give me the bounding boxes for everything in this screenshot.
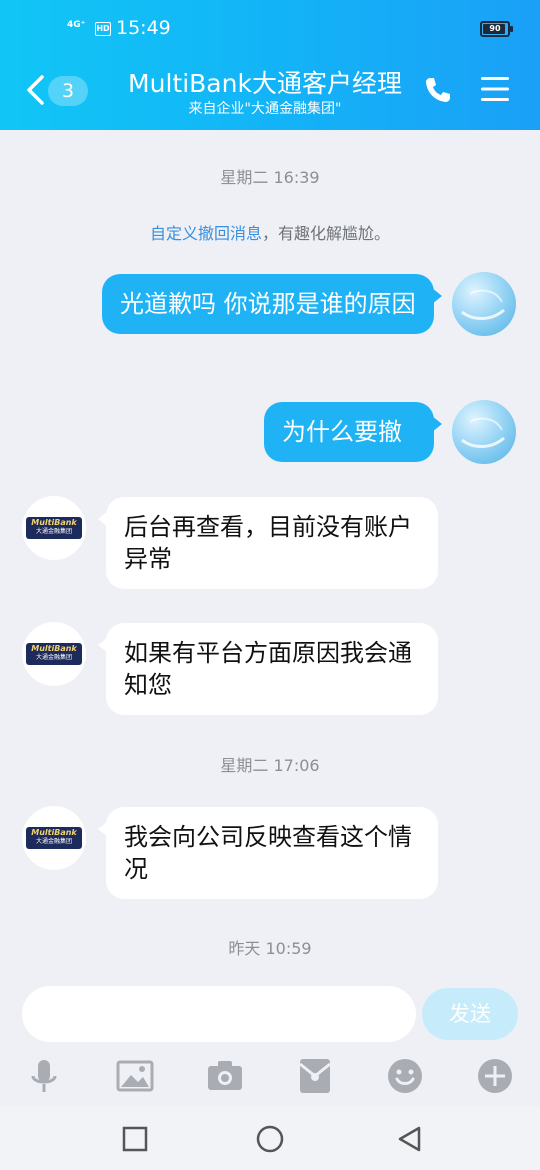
hd-indicator: HD: [95, 22, 111, 36]
status-time: 15:49: [116, 17, 171, 39]
multibank-logo: MultiBank 大通金融集团: [26, 827, 82, 849]
back-icon[interactable]: [395, 1124, 425, 1154]
multibank-logo: MultiBank 大通金融集团: [26, 643, 82, 665]
message-bubble-incoming[interactable]: 后台再查看，目前没有账户异常: [98, 497, 438, 589]
recent-apps-icon[interactable]: [120, 1124, 150, 1154]
chat-title: MultiBank大通客户经理: [128, 69, 402, 98]
red-packet-icon[interactable]: [295, 1056, 335, 1096]
contact-avatar[interactable]: MultiBank 大通金融集团: [22, 496, 86, 560]
chat-header: 4G⁺ HD 15:49 90 3 MultiBank大通客户经理 来自企业"大…: [0, 0, 540, 130]
image-icon[interactable]: [115, 1056, 155, 1096]
message-bubble-incoming[interactable]: 我会向公司反映查看这个情况: [98, 807, 438, 899]
emoji-icon[interactable]: [385, 1056, 425, 1096]
camera-icon[interactable]: [205, 1056, 245, 1096]
plus-icon[interactable]: [475, 1056, 515, 1096]
avatar-swirl-icon: [461, 289, 505, 320]
timestamp: 星期二 16:39: [220, 168, 320, 187]
multibank-logo: MultiBank 大通金融集团: [26, 517, 82, 539]
system-navigation-bar: [0, 1106, 540, 1170]
message-bubble-outgoing[interactable]: 光道歉吗 你说那是谁的原因: [102, 274, 442, 334]
unread-count-badge[interactable]: 3: [48, 76, 88, 106]
contact-avatar[interactable]: MultiBank 大通金融集团: [22, 806, 86, 870]
self-avatar[interactable]: [452, 400, 516, 464]
battery-icon: 90: [480, 21, 513, 37]
timestamp: 昨天 10:59: [228, 939, 312, 958]
avatar-swirl-icon: [461, 417, 505, 448]
network-indicator: 4G⁺: [67, 20, 86, 30]
input-toolbar: [0, 1048, 540, 1104]
chat-subtitle: 来自企业"大通金融集团": [188, 101, 342, 117]
contact-avatar[interactable]: MultiBank 大通金融集团: [22, 622, 86, 686]
system-notice-text: ，有趣化解尴尬。: [262, 224, 391, 243]
microphone-icon[interactable]: [24, 1056, 64, 1096]
home-icon[interactable]: [255, 1124, 285, 1154]
message-input[interactable]: [22, 986, 416, 1042]
message-bubble-outgoing[interactable]: 为什么要撤: [264, 402, 442, 462]
system-notice: 自定义撤回消息，有趣化解尴尬。: [0, 220, 540, 244]
send-button[interactable]: 发送: [422, 988, 518, 1040]
battery-level: 90: [489, 24, 501, 33]
phone-icon[interactable]: [424, 76, 452, 104]
status-bar: 4G⁺ HD 15:49 90: [0, 0, 540, 58]
back-chevron-icon[interactable]: [24, 74, 46, 106]
self-avatar[interactable]: [452, 272, 516, 336]
recall-message-link[interactable]: 自定义撤回消息: [150, 224, 262, 243]
message-bubble-incoming[interactable]: 如果有平台方面原因我会通知您: [98, 623, 438, 715]
timestamp: 星期二 17:06: [220, 756, 320, 775]
menu-icon[interactable]: [480, 76, 510, 102]
